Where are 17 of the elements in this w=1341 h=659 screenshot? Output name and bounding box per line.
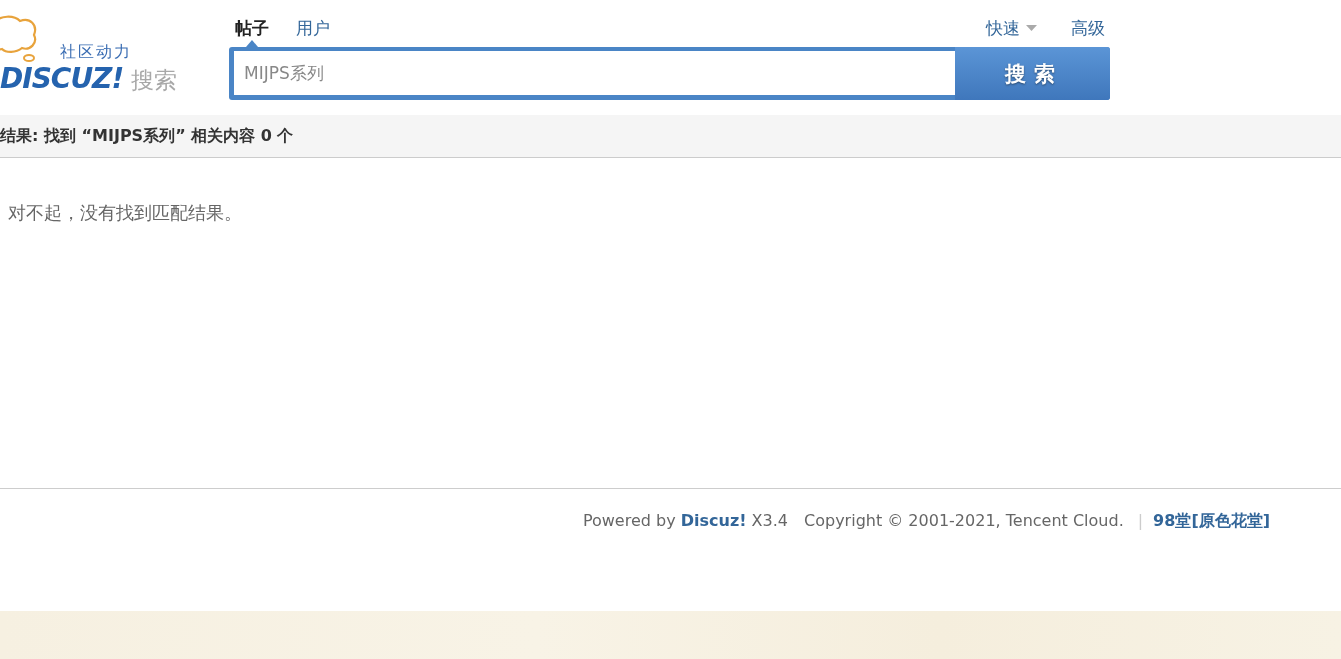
search-button[interactable]: 搜索 [955, 47, 1110, 100]
advanced-search-link[interactable]: 高级 [1071, 17, 1105, 39]
quick-search-dropdown[interactable]: 快速 [986, 17, 1037, 39]
result-summary: 结果: 找到 “MIJPS系列” 相关内容 0 个 [0, 125, 294, 147]
separator: | [1137, 510, 1144, 532]
no-results-message: 对不起，没有找到匹配结果。 [8, 201, 243, 225]
search-tab[interactable]: 用户 [295, 17, 331, 47]
site-link[interactable]: 98堂[原色花堂] [1153, 510, 1270, 532]
search-field[interactable]: MIJPS系列 [234, 51, 955, 95]
discuz-link[interactable]: Discuz! [680, 511, 747, 530]
logo-tagline: 社区动力 [60, 43, 132, 61]
logo-wordmark: DISCUZ! [0, 62, 124, 95]
caret-icon [1026, 25, 1037, 31]
powered-by-text: Powered by Discuz! X3.4 [582, 510, 788, 532]
search-tab[interactable]: 帖子 [234, 17, 270, 47]
logo-suffix: 搜索 [131, 66, 178, 95]
copyright-text: Copyright © 2001-2021, Tencent Cloud. [804, 510, 1124, 532]
